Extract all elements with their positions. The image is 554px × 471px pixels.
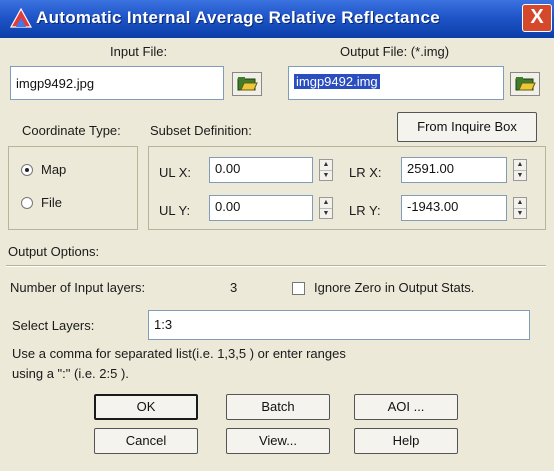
lr-x-stepper[interactable]: ▲ ▼ — [513, 159, 527, 181]
ignore-zero-label: Ignore Zero in Output Stats. — [314, 280, 475, 295]
select-layers-input[interactable]: 1:3 — [148, 310, 530, 340]
ok-button[interactable]: OK — [94, 394, 198, 420]
select-layers-label: Select Layers: — [12, 318, 95, 333]
output-file-label: Output File: (*.img) — [340, 44, 450, 59]
input-file-browse-button[interactable] — [232, 72, 262, 96]
close-button[interactable]: X — [522, 4, 552, 32]
output-file-browse-button[interactable] — [510, 72, 540, 96]
view-button[interactable]: View... — [226, 428, 330, 454]
output-file-selected-text: imgp9492.img — [294, 74, 380, 89]
ul-y-stepper[interactable]: ▲ ▼ — [319, 197, 333, 219]
output-options-divider — [6, 265, 546, 267]
output-file-field[interactable]: imgp9492.img — [288, 66, 504, 100]
subset-definition-group: UL X: 0.00 ▲ ▼ LR X: 2591.00 ▲ ▼ UL Y: 0.0… — [148, 146, 546, 230]
lr-x-input[interactable]: 2591.00 — [401, 157, 507, 183]
batch-button[interactable]: Batch — [226, 394, 330, 420]
ul-y-input[interactable]: 0.00 — [209, 195, 313, 221]
select-layers-hint-line-2: using a ":" (i.e. 2:5 ). — [12, 366, 129, 381]
reflectance-dialog: Automatic Internal Average Relative Refl… — [0, 0, 554, 471]
help-button[interactable]: Help — [354, 428, 458, 454]
coordinate-type-group: Map File — [8, 146, 138, 230]
app-icon — [10, 8, 32, 28]
lr-y-stepper[interactable]: ▲ ▼ — [513, 197, 527, 219]
lr-y-label: LR Y: — [349, 203, 381, 218]
lr-y-input[interactable]: -1943.00 — [401, 195, 507, 221]
map-radio-label: Map — [41, 162, 67, 177]
input-layers-count-label: Number of Input layers: — [10, 280, 146, 295]
select-layers-hint-line-1: Use a comma for separated list(i.e. 1,3,… — [12, 346, 346, 361]
from-inquire-box-button[interactable]: From Inquire Box — [397, 112, 537, 142]
map-radio[interactable] — [21, 164, 33, 176]
ul-x-stepper[interactable]: ▲ ▼ — [319, 159, 333, 181]
input-file-field[interactable]: imgp9492.jpg — [10, 66, 224, 100]
ul-y-label: UL Y: — [159, 203, 191, 218]
window-title: Automatic Internal Average Relative Refl… — [36, 8, 440, 27]
ul-x-label: UL X: — [159, 165, 192, 180]
title-bar[interactable]: Automatic Internal Average Relative Refl… — [0, 0, 554, 38]
cancel-button[interactable]: Cancel — [94, 428, 198, 454]
file-radio-label: File — [41, 195, 62, 210]
output-options-label: Output Options: — [8, 244, 100, 259]
lr-x-label: LR X: — [349, 165, 382, 180]
coordinate-type-label: Coordinate Type: — [22, 123, 121, 138]
folder-icon — [237, 77, 258, 91]
folder-icon — [515, 77, 536, 91]
input-file-label: Input File: — [110, 44, 168, 59]
file-radio[interactable] — [21, 197, 33, 209]
aoi-button[interactable]: AOI ... — [354, 394, 458, 420]
ignore-zero-checkbox[interactable] — [292, 282, 305, 295]
subset-definition-label: Subset Definition: — [150, 123, 252, 138]
ul-x-input[interactable]: 0.00 — [209, 157, 313, 183]
input-layers-count-value: 3 — [230, 280, 238, 295]
